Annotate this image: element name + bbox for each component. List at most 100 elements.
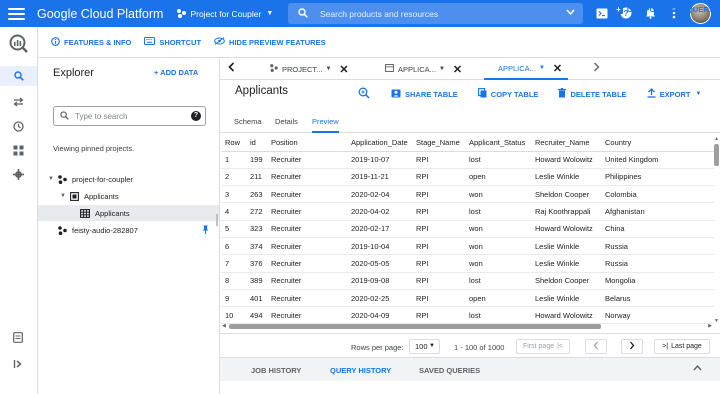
chevron-right-icon (629, 341, 635, 352)
chevron-left-icon[interactable] (228, 62, 235, 75)
transfers-icon[interactable] (11, 95, 25, 109)
settings-gear-icon[interactable] (11, 167, 25, 181)
brand-title[interactable]: Google Cloud Platform (37, 7, 163, 21)
table-cell: won (465, 220, 531, 238)
project-icon (58, 174, 67, 184)
analytics-hub-icon[interactable] (11, 143, 25, 157)
table-cell: Howard Wolowitz (531, 151, 601, 169)
tab-query-history[interactable]: QUERY HISTORY (330, 366, 391, 375)
cloud-shell-icon[interactable] (596, 7, 608, 19)
table-cell: RPI (412, 254, 465, 273)
tab-applicants-dataset[interactable]: APPLICA... ▼ ✕ (385, 58, 462, 80)
chevron-down-icon[interactable]: ▼ (539, 65, 545, 71)
bigquery-logo-icon (9, 34, 29, 54)
compose-new-query-button[interactable]: + COMPOSE NEW QUERY (614, 5, 713, 14)
expand-nav-icon[interactable] (11, 357, 25, 371)
chevron-up-icon[interactable] (693, 364, 702, 373)
table-cell: 1 (221, 151, 246, 169)
table-cell: 9 (221, 289, 246, 308)
search-input[interactable]: Search products and resources (288, 3, 583, 24)
tree-item-project[interactable]: feisty-audio-282807 (38, 222, 219, 238)
column-header[interactable]: Position (267, 134, 347, 152)
panel-resize-handle[interactable] (216, 214, 218, 226)
column-header[interactable]: Stage_Name (412, 134, 465, 152)
table-cell: Colombia (601, 185, 714, 204)
first-page-button[interactable]: First page |< (516, 339, 570, 354)
tab-schema[interactable]: Schema (234, 117, 262, 133)
tab-applicants-table[interactable]: APPLICA... ▼ ✕ (484, 58, 569, 80)
chevron-right-icon[interactable] (593, 62, 600, 75)
column-header[interactable]: Applicant_Status (465, 134, 531, 152)
table-cell: 376 (246, 254, 267, 273)
expand-arrow-icon[interactable]: ▼ (48, 176, 58, 182)
tree-item-project[interactable]: ▼ project-for-coupler (38, 171, 219, 187)
scheduled-queries-icon[interactable] (11, 119, 25, 133)
features-info-button[interactable]: FEATURES & INFO (51, 36, 131, 48)
table-cell: 2020-02-04 (347, 185, 412, 204)
explorer-search-placeholder: Type to search (75, 111, 128, 121)
last-page-button[interactable]: >| Last page (654, 339, 710, 354)
delete-table-button[interactable]: DELETE TABLE (558, 88, 627, 100)
page-title: Applicants (235, 85, 289, 97)
tab-job-history[interactable]: JOB HISTORY (251, 366, 301, 375)
release-notes-icon[interactable] (11, 330, 25, 344)
table-cell: Recruiter (267, 254, 347, 273)
table-cell: 2019-11-21 (347, 168, 412, 187)
close-icon[interactable]: ✕ (339, 63, 348, 76)
chevron-down-icon[interactable]: ▼ (439, 66, 445, 72)
tree-item-dataset[interactable]: ▼ Applicants (38, 188, 219, 204)
scroll-down-icon[interactable]: ▼ (714, 318, 719, 324)
rows-per-page-select[interactable]: 100 ▼ (409, 339, 440, 354)
query-table-button[interactable] (358, 87, 374, 101)
column-header[interactable]: Recruiter_Name (531, 134, 601, 152)
export-button[interactable]: EXPORT ▼ (647, 88, 702, 100)
tab-saved-queries[interactable]: SAVED QUERIES (419, 366, 480, 375)
tab-project[interactable]: PROJECT... ▼ ✕ (270, 58, 349, 80)
pin-icon[interactable] (202, 225, 209, 236)
table-cell: won (465, 185, 531, 204)
share-table-button[interactable]: SHARE TABLE (391, 89, 458, 100)
tab-details[interactable]: Details (275, 117, 298, 133)
close-icon[interactable]: ✕ (453, 63, 462, 76)
main-menu-icon[interactable] (8, 7, 25, 20)
table-row: 4 272 Recruiter 2020-04-02 RPI lost Raj Koothr… (221, 202, 714, 221)
next-page-button[interactable] (621, 339, 643, 354)
copy-table-button[interactable]: COPY TABLE (477, 88, 538, 100)
column-header[interactable]: Country (601, 134, 714, 152)
last-page-icon: >| (662, 343, 669, 350)
table-cell: Philippines (601, 168, 714, 187)
prev-page-button[interactable] (585, 339, 607, 354)
explorer-search-input[interactable]: Type to search ? (53, 106, 206, 126)
column-header[interactable]: Application_Date (347, 134, 412, 152)
shortcut-button[interactable]: SHORTCUT (144, 37, 201, 47)
scroll-right-icon[interactable]: ▶ (708, 323, 712, 329)
preview-table: Row id Position Application_Date Stage_Name A… (221, 134, 714, 324)
scrollbar-thumb[interactable] (229, 324, 601, 329)
scrollbar-thumb[interactable] (714, 144, 719, 166)
search-nav-icon[interactable] (0, 66, 37, 86)
chevron-down-icon[interactable] (566, 8, 575, 17)
query-search-icon (358, 87, 370, 101)
first-page-icon: |< (557, 343, 564, 350)
add-icon: + (614, 5, 623, 14)
tab-preview[interactable]: Preview (312, 117, 339, 133)
help-icon[interactable]: ? (191, 111, 201, 121)
add-data-button[interactable]: + ADD DATA (154, 68, 198, 77)
table-cell: Howard Wolowitz (531, 220, 601, 238)
scroll-up-icon[interactable]: ▲ (714, 136, 719, 142)
table-cell: 2020-02-17 (347, 220, 412, 238)
column-header[interactable]: id (246, 134, 267, 152)
tree-item-table[interactable]: Applicants (38, 205, 219, 221)
footer-strip (220, 381, 720, 394)
chevron-down-icon: ▼ (695, 91, 702, 97)
chevron-down-icon[interactable]: ▼ (325, 66, 331, 72)
scroll-left-icon[interactable]: ◀ (222, 323, 226, 329)
table-cell: 263 (246, 185, 267, 204)
hide-preview-button[interactable]: HIDE PREVIEW FEATURES (214, 37, 326, 47)
horizontal-scrollbar[interactable]: ◀ ▶ (221, 323, 713, 330)
project-selector[interactable]: Project for Coupler ▼ (177, 9, 273, 19)
close-icon[interactable]: ✕ (553, 62, 562, 75)
expand-arrow-icon[interactable]: ▼ (60, 193, 70, 199)
column-header[interactable]: Row (221, 134, 246, 152)
vertical-scrollbar[interactable]: ▲ ▼ (713, 134, 720, 324)
